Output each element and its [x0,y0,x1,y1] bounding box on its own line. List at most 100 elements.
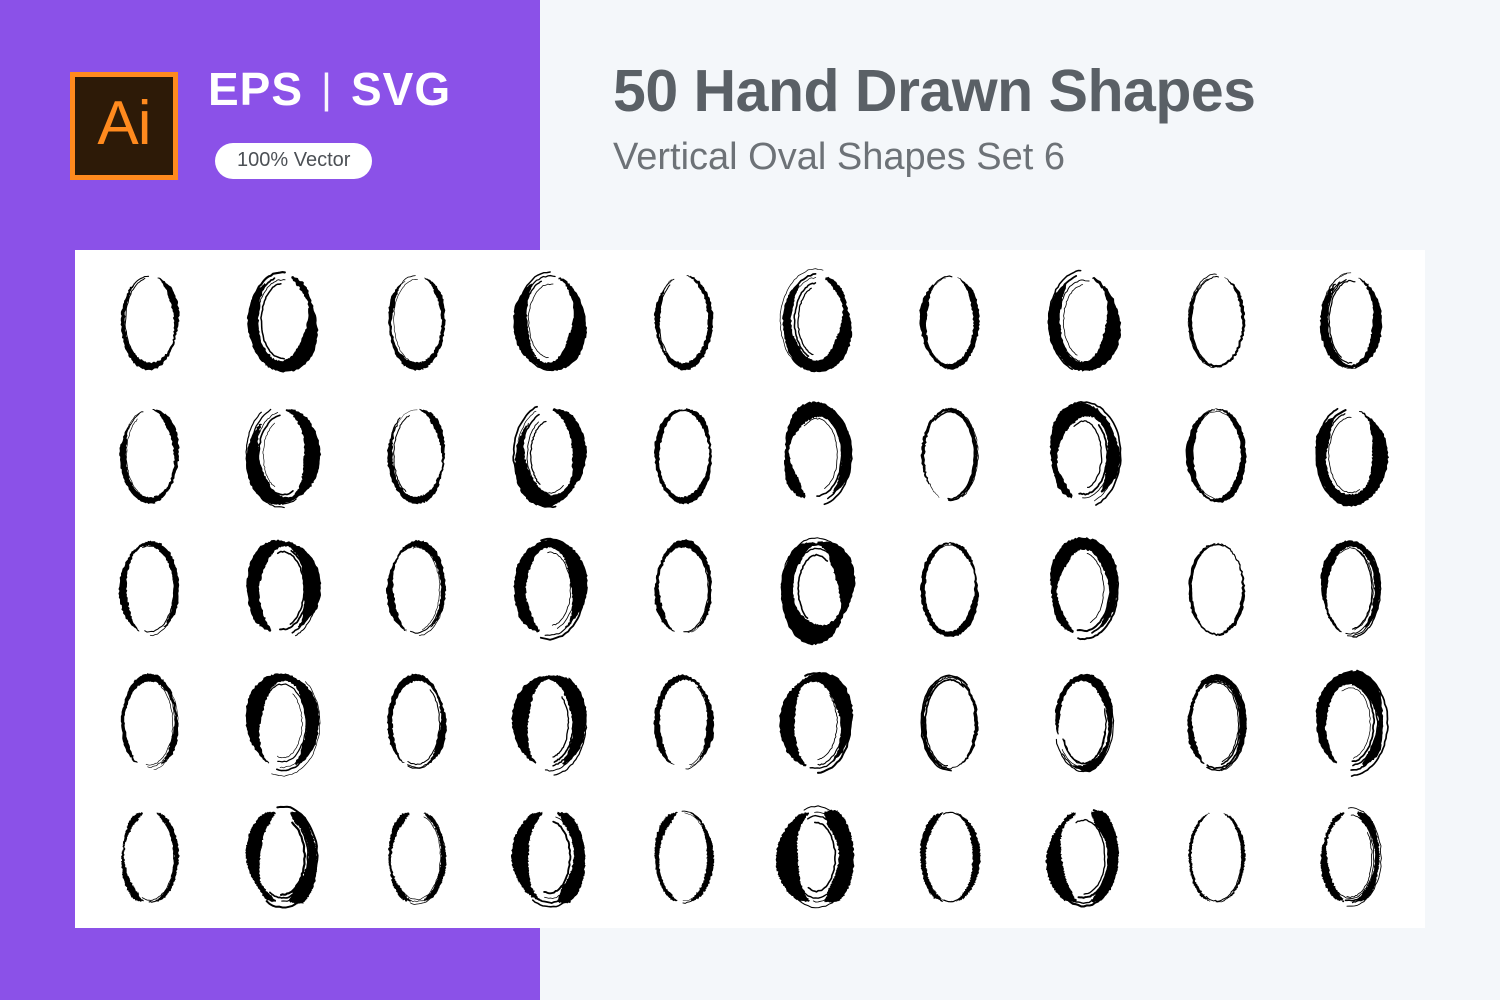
oval-shape-36[interactable] [750,656,883,790]
oval-glyph [118,540,180,637]
oval-shape-33[interactable] [350,656,483,790]
oval-shape-45[interactable] [617,790,750,924]
oval-shape-48[interactable] [1017,790,1150,924]
oval-shape-25[interactable] [617,522,750,656]
oval-shape-39[interactable] [1150,656,1283,790]
format-svg-label: SVG [350,63,452,115]
oval-glyph [653,539,712,633]
oval-shape-18[interactable] [1017,388,1150,522]
oval-glyph [1185,408,1247,503]
brush-tail [1341,687,1371,759]
oval-glyph [653,810,715,904]
oval-shape-16[interactable] [750,388,883,522]
oval-shape-19[interactable] [1150,388,1283,522]
oval-shape-12[interactable] [216,388,349,522]
oval-shape-31[interactable] [83,656,216,790]
oval-shape-24[interactable] [483,522,616,656]
oval-glyph [120,275,180,371]
oval-glyph [1188,812,1246,903]
brush-tail [940,829,977,902]
oval-shape-41[interactable] [83,790,216,924]
brush-tail [527,283,554,359]
oval-shape-49[interactable] [1150,790,1283,924]
oval-shape-15[interactable] [617,388,750,522]
oval-glyph [653,408,712,505]
brush-tail [1327,416,1360,494]
oval-shape-10[interactable] [1284,254,1417,388]
oval-shape-26[interactable] [750,522,883,656]
brush-tail [1206,834,1243,902]
adobe-illustrator-icon: Ai [70,72,178,180]
oval-shape-35[interactable] [617,656,750,790]
brush-stroke [386,408,446,505]
oval-shape-11[interactable] [83,388,216,522]
oval-shape-20[interactable] [1284,388,1417,522]
oval-glyph [1045,809,1119,908]
brush-tail [803,417,838,489]
brush-tail [1073,420,1103,488]
oval-glyph [1320,540,1382,638]
brush-tail [148,837,177,903]
oval-glyph [1047,269,1121,372]
oval-shape-40[interactable] [1284,656,1417,790]
oval-shape-38[interactable] [1017,656,1150,790]
oval-shape-21[interactable] [83,522,216,656]
brush-tail [658,284,686,366]
oval-glyph [513,271,588,372]
oval-shape-14[interactable] [483,388,616,522]
oval-glyph [386,673,447,769]
oval-shape-34[interactable] [483,656,616,790]
oval-glyph [512,405,588,509]
oval-glyph [120,812,180,903]
oval-shape-28[interactable] [1017,522,1150,656]
brush-tail [668,675,712,770]
oval-shape-6[interactable] [750,254,883,388]
oval-glyph [1187,673,1248,772]
oval-glyph [513,537,589,641]
oval-glyph [1054,673,1114,773]
oval-shape-29[interactable] [1150,522,1283,656]
oval-shape-23[interactable] [350,522,483,656]
oval-glyph [920,407,980,502]
oval-glyph [780,537,856,646]
oval-shape-27[interactable] [883,522,1016,656]
oval-shape-42[interactable] [216,790,349,924]
oval-shape-37[interactable] [883,656,1016,790]
oval-shape-17[interactable] [883,388,1016,522]
oval-shape-46[interactable] [750,790,883,924]
purple-footer-block [0,928,540,1000]
oval-shape-3[interactable] [350,254,483,388]
oval-shape-2[interactable] [216,254,349,388]
oval-glyph [386,408,446,505]
brush-stroke [920,542,980,638]
brush-stroke [653,275,714,371]
oval-shape-30[interactable] [1284,522,1417,656]
oval-glyph [1315,669,1389,777]
oval-shape-44[interactable] [483,790,616,924]
oval-shape-7[interactable] [883,254,1016,388]
oval-shape-13[interactable] [350,388,483,522]
oval-shape-43[interactable] [350,790,483,924]
oval-shape-5[interactable] [617,254,750,388]
oval-glyph [247,270,319,373]
oval-glyph [920,674,980,772]
oval-shape-1[interactable] [83,254,216,388]
brush-stroke [1188,542,1246,637]
oval-glyph [245,805,320,909]
brush-stroke [387,812,411,902]
oval-glyph [1049,401,1122,506]
oval-shape-47[interactable] [883,790,1016,924]
oval-shape-50[interactable] [1284,790,1417,924]
oval-shape-9[interactable] [1150,254,1283,388]
purple-left-block [0,250,75,1000]
brush-tail [1190,543,1223,617]
brush-stroke [385,539,447,632]
oval-glyph [919,275,981,370]
oval-shape-22[interactable] [216,522,349,656]
oval-shape-8[interactable] [1017,254,1150,388]
brush-tail [388,417,435,502]
oval-glyph [1319,272,1382,369]
oval-shape-4[interactable] [483,254,616,388]
oval-shape-32[interactable] [216,656,349,790]
brush-stroke [246,539,322,632]
